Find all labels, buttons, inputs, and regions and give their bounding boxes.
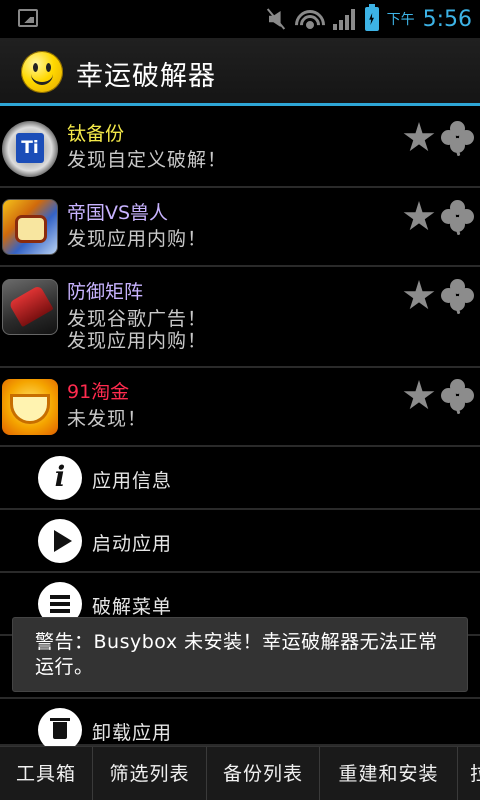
- menu-item-label: 应用信息: [92, 470, 173, 492]
- star-icon[interactable]: [403, 380, 435, 410]
- app-name: 防御矩阵: [67, 281, 144, 303]
- bottom-tab-bar: 工具箱 筛选列表 备份列表 重建和安装 拉: [0, 746, 480, 800]
- empire-vs-orcs-icon: [2, 199, 58, 255]
- status-bar: 下午 5:56: [0, 0, 480, 38]
- smiley-icon[interactable]: [21, 51, 63, 93]
- menu-item-label: 启动应用: [92, 533, 173, 555]
- clover-icon[interactable]: [441, 200, 475, 236]
- status-ampm: 下午: [386, 12, 415, 28]
- tab-backup-list[interactable]: 备份列表: [207, 747, 320, 800]
- info-icon: [38, 456, 82, 500]
- busybox-warning-toast: 警告：Busybox 未安装！幸运破解器无法正常运行。: [12, 617, 468, 692]
- app-status-line: 发现应用内购！: [67, 330, 208, 352]
- app-status: 发现自定义破解！: [67, 149, 228, 171]
- signal-icon: [332, 8, 357, 30]
- clover-icon[interactable]: [441, 279, 475, 315]
- tab-toolbox[interactable]: 工具箱: [0, 747, 93, 800]
- star-icon[interactable]: [403, 280, 435, 310]
- app-name: 帝国VS兽人: [67, 202, 169, 224]
- status-time: 5:56: [422, 6, 472, 32]
- battery-charging-icon: [364, 4, 379, 31]
- star-icon[interactable]: [403, 201, 435, 231]
- menu-item-label: 破解菜单: [92, 596, 173, 618]
- play-icon: [38, 519, 82, 563]
- menu-item-uninstall-app[interactable]: 卸载应用: [0, 699, 480, 752]
- action-bar: 幸运破解器: [0, 38, 480, 106]
- tab-more[interactable]: 拉: [458, 747, 480, 800]
- app-name: 钛备份: [67, 123, 125, 145]
- toast-message: 警告：Busybox 未安装！幸运破解器无法正常运行。: [35, 631, 438, 678]
- image-notification-icon: [18, 9, 38, 27]
- clover-icon[interactable]: [441, 379, 475, 415]
- defense-matrix-icon: [2, 279, 58, 335]
- app-name: 91淘金: [67, 381, 130, 403]
- menu-item-launch-app[interactable]: 启动应用: [0, 510, 480, 573]
- mute-icon: [265, 8, 287, 30]
- app-list-item[interactable]: 91淘金 未发现！: [0, 368, 480, 447]
- app-list-item[interactable]: 帝国VS兽人 发现应用内购！: [0, 188, 480, 267]
- menu-item-label: 卸载应用: [92, 722, 173, 744]
- 91-taojin-icon: [2, 379, 58, 435]
- tab-rebuild-install[interactable]: 重建和安装: [320, 747, 458, 800]
- app-title: 幸运破解器: [76, 61, 216, 92]
- titanium-backup-icon: [2, 121, 58, 177]
- tab-filter-list[interactable]: 筛选列表: [93, 747, 207, 800]
- status-icons: 下午 5:56: [265, 2, 472, 36]
- star-icon[interactable]: [403, 122, 435, 152]
- app-status-line: 发现谷歌广告！: [67, 308, 208, 330]
- wifi-icon: [294, 8, 325, 30]
- app-status: 发现应用内购！: [67, 228, 208, 250]
- app-list-item[interactable]: 钛备份 发现自定义破解！: [0, 109, 480, 188]
- clover-icon[interactable]: [441, 121, 475, 157]
- menu-item-app-info[interactable]: 应用信息: [0, 447, 480, 510]
- app-status: 未发现！: [67, 408, 148, 430]
- app-list-item[interactable]: 防御矩阵 发现谷歌广告！ 发现应用内购！: [0, 267, 480, 368]
